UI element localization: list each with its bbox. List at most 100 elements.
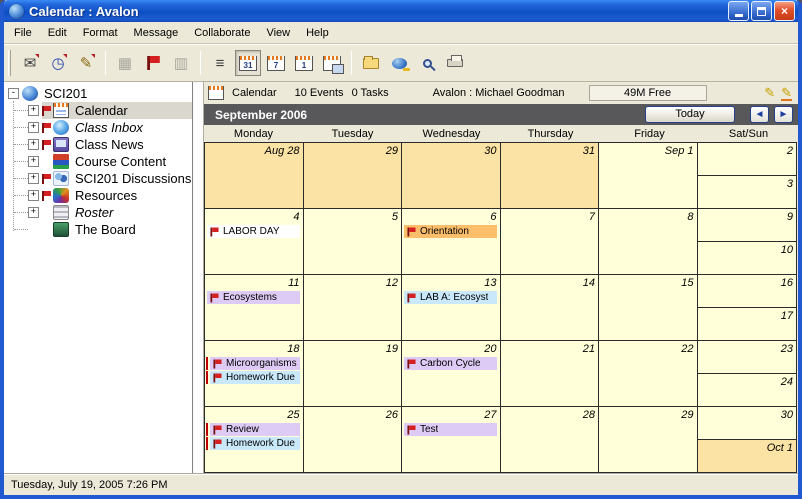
day-cell[interactable]: 6Orientation: [402, 209, 501, 274]
tree-expander-icon[interactable]: +: [28, 139, 39, 150]
unread-flag-icon: [42, 140, 51, 150]
tree-expander-icon[interactable]: +: [28, 190, 39, 201]
menu-message[interactable]: Message: [126, 24, 187, 42]
day-cell[interactable]: 23: [698, 341, 797, 373]
sidebar-scrollbar[interactable]: [193, 82, 204, 473]
delete-button[interactable]: ▥: [168, 50, 194, 76]
day-cell[interactable]: 16: [698, 275, 797, 307]
maximize-button[interactable]: [751, 1, 772, 21]
tree-item-sci201[interactable]: -SCI201: [4, 85, 192, 102]
tree-item-the-board[interactable]: The Board: [4, 221, 192, 238]
day-cell[interactable]: 9: [698, 209, 797, 241]
day-cell[interactable]: 13LAB A: Ecosyst: [402, 275, 501, 340]
day-cell[interactable]: 3: [698, 175, 797, 208]
day-cell[interactable]: Sep 1: [599, 143, 698, 208]
tree-item-course-content[interactable]: +Course Content: [4, 153, 192, 170]
day-cell[interactable]: 10: [698, 241, 797, 274]
folder-up-button[interactable]: [358, 50, 384, 76]
day-cell[interactable]: 30: [698, 407, 797, 439]
menu-format[interactable]: Format: [75, 24, 126, 42]
prev-month-button[interactable]: ◄: [750, 106, 769, 123]
day-cell[interactable]: 4LABOR DAY: [205, 209, 304, 274]
event-pill[interactable]: Ecosystems: [207, 291, 300, 304]
menu-collaborate[interactable]: Collaborate: [186, 24, 258, 42]
event-pill[interactable]: Microorganisms: [210, 357, 300, 370]
day-cell[interactable]: 2: [698, 143, 797, 175]
day-cell[interactable]: 17: [698, 307, 797, 340]
event-pill[interactable]: Homework Due: [210, 371, 300, 384]
event-pill[interactable]: Review: [210, 423, 300, 436]
day-cell[interactable]: 27Test: [402, 407, 501, 472]
day-cell[interactable]: 24: [698, 373, 797, 406]
day-cell[interactable]: 8: [599, 209, 698, 274]
menu-view[interactable]: View: [258, 24, 298, 42]
day-cell[interactable]: 31: [501, 143, 600, 208]
day-cell[interactable]: Aug 28: [205, 143, 304, 208]
day-cell[interactable]: 29: [304, 143, 403, 208]
day-cell[interactable]: Oct 1: [698, 439, 797, 472]
tree-item-class-news[interactable]: +Class News: [4, 136, 192, 153]
tree-item-resources[interactable]: +Resources: [4, 187, 192, 204]
day-cell[interactable]: 28: [501, 407, 600, 472]
month-view-button[interactable]: 31: [235, 50, 261, 76]
flag-button[interactable]: [140, 50, 166, 76]
day-cell[interactable]: 21: [501, 341, 600, 406]
forward-button[interactable]: ▦: [112, 50, 138, 76]
week-view-button[interactable]: 7: [263, 50, 289, 76]
minimize-button[interactable]: [728, 1, 749, 21]
tree-expander-icon[interactable]: +: [28, 207, 39, 218]
window-title: Calendar : Avalon: [29, 4, 728, 19]
close-button[interactable]: ×: [774, 1, 795, 21]
day-cell[interactable]: 29: [599, 407, 698, 472]
tree-item-roster[interactable]: +Roster: [4, 204, 192, 221]
event-pill[interactable]: LABOR DAY: [207, 225, 300, 238]
day-cell[interactable]: 12: [304, 275, 403, 340]
day-cell[interactable]: 26: [304, 407, 403, 472]
tree-expander-icon[interactable]: +: [28, 105, 39, 116]
menu-file[interactable]: File: [6, 24, 40, 42]
signature-pencil-icon[interactable]: ✎: [781, 86, 792, 101]
event-pill[interactable]: Carbon Cycle: [404, 357, 497, 370]
day-cell[interactable]: 5: [304, 209, 403, 274]
day-cell[interactable]: 11Ecosystems: [205, 275, 304, 340]
new-event-button[interactable]: ✉: [17, 50, 43, 76]
day-cell[interactable]: 14: [501, 275, 600, 340]
today-button[interactable]: Today: [645, 106, 735, 123]
day-cell[interactable]: 22: [599, 341, 698, 406]
toolbar-grip[interactable]: [8, 50, 11, 76]
title-bar[interactable]: Calendar : Avalon ×: [4, 0, 798, 22]
multi-view-button[interactable]: [319, 50, 345, 76]
event-pill[interactable]: LAB A: Ecosyst: [404, 291, 497, 304]
print-button[interactable]: [442, 50, 468, 76]
event-pill[interactable]: Homework Due: [210, 437, 300, 450]
tree-expander-icon[interactable]: -: [8, 88, 19, 99]
event-pill[interactable]: Test: [404, 423, 497, 436]
new-task-button[interactable]: ◷: [45, 50, 71, 76]
tree-expander-icon[interactable]: +: [28, 122, 39, 133]
day-cell[interactable]: 25ReviewHomework Due: [205, 407, 304, 472]
event-label: LABOR DAY: [223, 226, 280, 237]
menu-help[interactable]: Help: [298, 24, 337, 42]
tree-expander-icon[interactable]: +: [28, 173, 39, 184]
day-cell[interactable]: 7: [501, 209, 600, 274]
day-cell[interactable]: 15: [599, 275, 698, 340]
tree-expander-icon[interactable]: +: [28, 156, 39, 167]
day-cell[interactable]: 30: [402, 143, 501, 208]
day-cell[interactable]: 18MicroorganismsHomework Due: [205, 341, 304, 406]
event-flag-icon: [210, 227, 218, 236]
date-label: 25: [205, 407, 303, 422]
tree-item-class-inbox[interactable]: +Class Inbox: [4, 119, 192, 136]
next-month-button[interactable]: ►: [774, 106, 793, 123]
search-button[interactable]: [414, 50, 440, 76]
list-view-button[interactable]: ≡: [207, 50, 233, 76]
event-pill[interactable]: Orientation: [404, 225, 497, 238]
tree-item-calendar[interactable]: +Calendar: [4, 102, 192, 119]
day-view-button[interactable]: 1: [291, 50, 317, 76]
permissions-button[interactable]: [386, 50, 412, 76]
day-cell[interactable]: 20Carbon Cycle: [402, 341, 501, 406]
menu-edit[interactable]: Edit: [40, 24, 75, 42]
day-cell[interactable]: 19: [304, 341, 403, 406]
new-note-button[interactable]: ✎: [73, 50, 99, 76]
edit-pencil-icon[interactable]: ✎: [764, 86, 775, 101]
tree-item-sci201-discussions[interactable]: +SCI201 Discussions: [4, 170, 192, 187]
